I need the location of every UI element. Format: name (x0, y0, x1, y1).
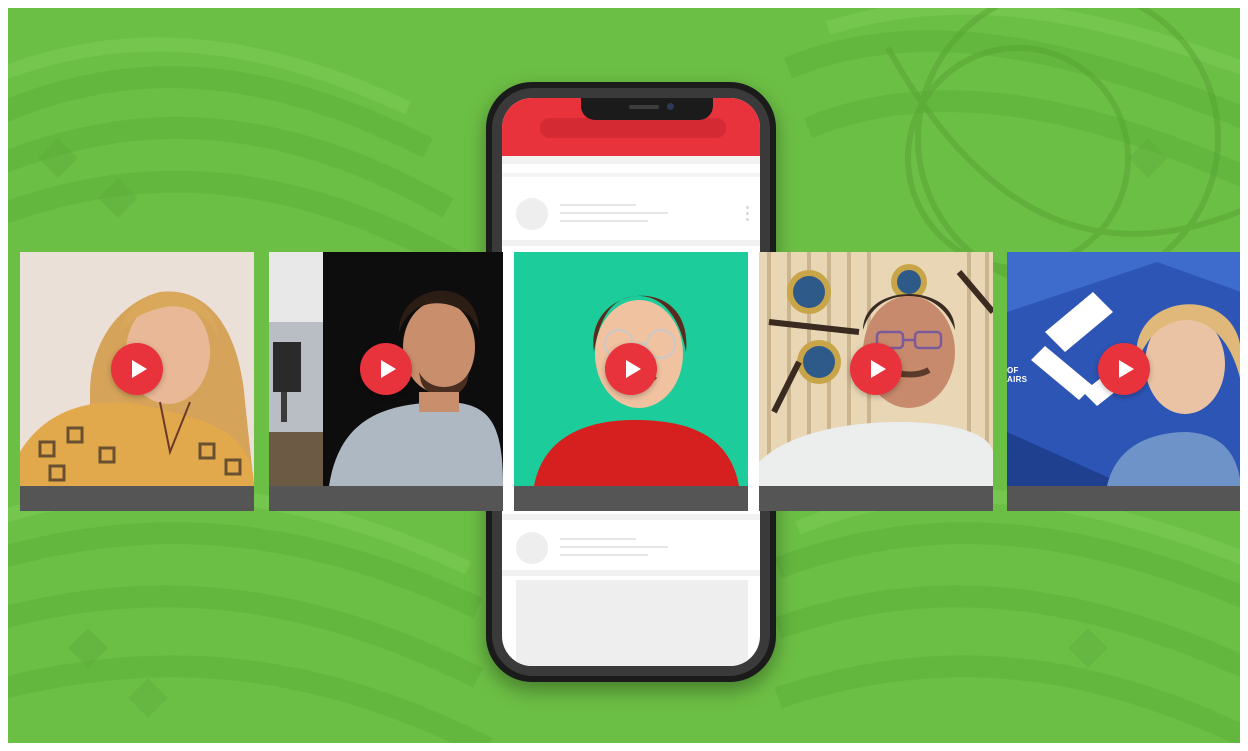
video-caption-bar (759, 486, 993, 511)
feed-divider (502, 173, 760, 177)
play-icon[interactable] (605, 343, 657, 395)
text-line-placeholder (560, 538, 636, 540)
speaker-icon (629, 105, 659, 109)
text-line-placeholder (560, 212, 668, 214)
video-caption-bar (20, 486, 254, 511)
video-card-woman-green-backdrop[interactable] (514, 252, 748, 511)
video-card-woman-blue-backdrop[interactable]: OF AIRS (1007, 252, 1240, 511)
text-line-placeholder (560, 204, 636, 206)
video-caption-bar (1007, 486, 1240, 511)
play-icon[interactable] (850, 343, 902, 395)
feed-post-placeholder[interactable] (502, 186, 760, 236)
video-card-woman-blonde[interactable] (20, 252, 254, 511)
content-card-placeholder (516, 580, 748, 666)
video-card-man-dark-hair[interactable] (269, 252, 503, 511)
play-icon[interactable] (1098, 343, 1150, 395)
avatar-placeholder (516, 532, 548, 564)
more-options-icon[interactable] (746, 206, 749, 222)
video-caption-bar (514, 486, 748, 511)
camera-icon (667, 103, 674, 110)
backdrop-sign-text: OF AIRS (1007, 366, 1028, 384)
video-card-man-glasses[interactable] (759, 252, 993, 511)
play-icon[interactable] (360, 343, 412, 395)
text-line-placeholder (560, 554, 648, 556)
video-caption-bar (269, 486, 503, 511)
avatar-placeholder (516, 198, 548, 230)
feed-divider (502, 570, 760, 576)
phone-notch (581, 98, 713, 120)
feed-divider (502, 240, 760, 246)
feed-post-placeholder[interactable] (502, 520, 760, 570)
play-icon[interactable] (111, 343, 163, 395)
text-line-placeholder (560, 546, 668, 548)
hero-banner: OF AIRS (8, 8, 1240, 743)
feed-divider (502, 156, 760, 164)
app-header-bar (540, 118, 726, 138)
text-line-placeholder (560, 220, 648, 222)
